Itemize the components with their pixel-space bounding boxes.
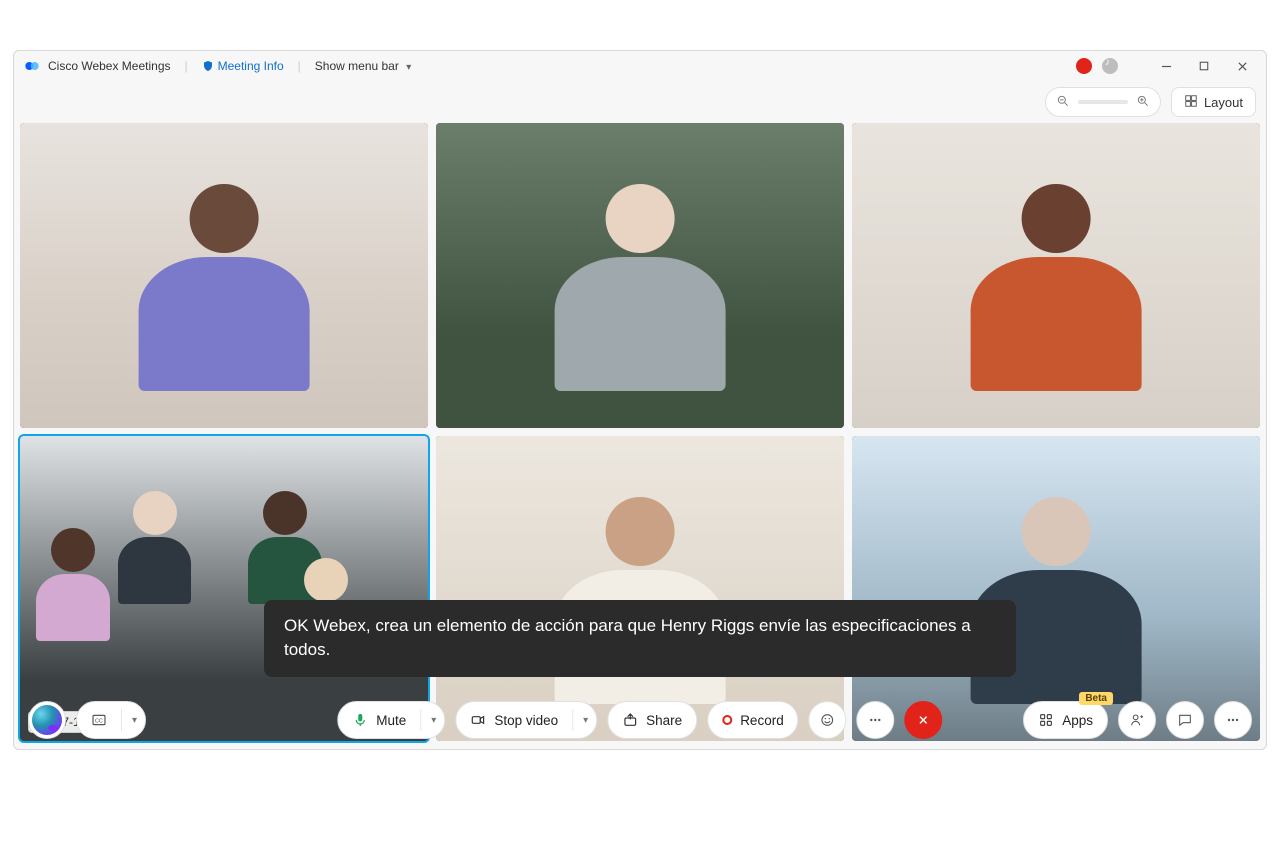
window-minimize-button[interactable] — [1152, 56, 1180, 76]
layout-label: Layout — [1204, 95, 1243, 110]
share-icon — [622, 712, 638, 728]
cc-icon: CC — [91, 712, 107, 728]
window-close-button[interactable] — [1228, 56, 1256, 76]
layout-button[interactable]: Layout — [1171, 87, 1256, 117]
participant-tile-active[interactable]: SHN7-16-GREA — [20, 436, 428, 741]
video-feed — [436, 436, 844, 741]
app-title: Cisco Webex Meetings — [48, 59, 171, 73]
panel-options-button[interactable] — [1214, 701, 1252, 739]
dots-icon — [868, 712, 884, 728]
recording-indicator-icon — [1076, 58, 1092, 74]
share-label: Share — [646, 713, 682, 728]
record-icon — [722, 715, 732, 725]
apps-icon — [1038, 712, 1054, 728]
mute-label: Mute — [376, 713, 406, 728]
zoom-in-icon[interactable] — [1136, 94, 1150, 111]
zoom-out-icon[interactable] — [1056, 94, 1070, 111]
participant-tile[interactable] — [852, 436, 1260, 741]
show-menu-bar-button[interactable]: Show menu bar ▾ — [315, 59, 411, 73]
menu-bar-label: Show menu bar — [315, 59, 399, 73]
beta-badge: Beta — [1079, 692, 1113, 705]
zoom-slider[interactable] — [1078, 100, 1128, 104]
person-icon — [1129, 712, 1145, 728]
chevron-down-icon[interactable]: ▾ — [420, 709, 436, 731]
closed-captions-button[interactable]: CC ▾ — [76, 701, 146, 739]
participant-tile[interactable] — [436, 123, 844, 428]
caption-text: OK Webex, crea un elemento de acción par… — [284, 616, 971, 660]
stop-video-button[interactable]: Stop video ▾ — [455, 701, 597, 739]
zoom-control[interactable] — [1045, 87, 1161, 117]
chat-panel-button[interactable] — [1166, 701, 1204, 739]
leave-meeting-button[interactable] — [905, 701, 943, 739]
share-button[interactable]: Share — [607, 701, 697, 739]
chevron-down-icon[interactable]: ▾ — [121, 709, 137, 731]
separator: | — [298, 59, 301, 73]
separator: | — [185, 59, 188, 73]
camera-icon — [470, 712, 486, 728]
participants-panel-button[interactable] — [1118, 701, 1156, 739]
svg-text:CC: CC — [95, 719, 103, 725]
participant-tile[interactable] — [436, 436, 844, 741]
window-maximize-button[interactable] — [1190, 56, 1218, 76]
webex-logo-icon — [24, 58, 40, 74]
record-button[interactable]: Record — [707, 701, 799, 739]
video-feed — [852, 436, 1260, 741]
assistant-icon — [30, 703, 64, 737]
video-feed — [852, 123, 1260, 428]
close-icon — [916, 712, 932, 728]
webex-assistant-button[interactable] — [28, 701, 66, 739]
more-options-button[interactable] — [857, 701, 895, 739]
layout-grid-icon — [1184, 94, 1198, 111]
meeting-toolbar: CC ▾ Mute ▾ Stop video ▾ — [14, 701, 1266, 739]
chevron-down-icon[interactable]: ▾ — [572, 709, 588, 731]
live-caption: OK Webex, crea un elemento de acción par… — [264, 600, 1016, 677]
view-controls-row: Layout — [14, 81, 1266, 123]
audio-indicator-icon — [1102, 58, 1118, 74]
meeting-info-label: Meeting Info — [218, 59, 284, 73]
record-label: Record — [740, 713, 784, 728]
video-feed — [20, 436, 428, 741]
participant-tile[interactable] — [852, 123, 1260, 428]
video-feed — [20, 123, 428, 428]
smile-icon — [820, 712, 836, 728]
title-bar: Cisco Webex Meetings | Meeting Info | Sh… — [14, 51, 1266, 81]
meeting-info-button[interactable]: Meeting Info — [202, 59, 284, 73]
microphone-icon — [352, 712, 368, 728]
app-window: Cisco Webex Meetings | Meeting Info | Sh… — [13, 50, 1267, 750]
chevron-down-icon: ▾ — [406, 62, 411, 73]
video-feed — [436, 123, 844, 428]
apps-button[interactable]: Apps Beta — [1023, 701, 1108, 739]
dots-icon — [1225, 712, 1241, 728]
apps-label: Apps — [1062, 713, 1093, 728]
reactions-button[interactable] — [809, 701, 847, 739]
stop-video-label: Stop video — [494, 713, 558, 728]
participant-tile[interactable] — [20, 123, 428, 428]
chat-icon — [1177, 712, 1193, 728]
mute-button[interactable]: Mute ▾ — [337, 701, 445, 739]
